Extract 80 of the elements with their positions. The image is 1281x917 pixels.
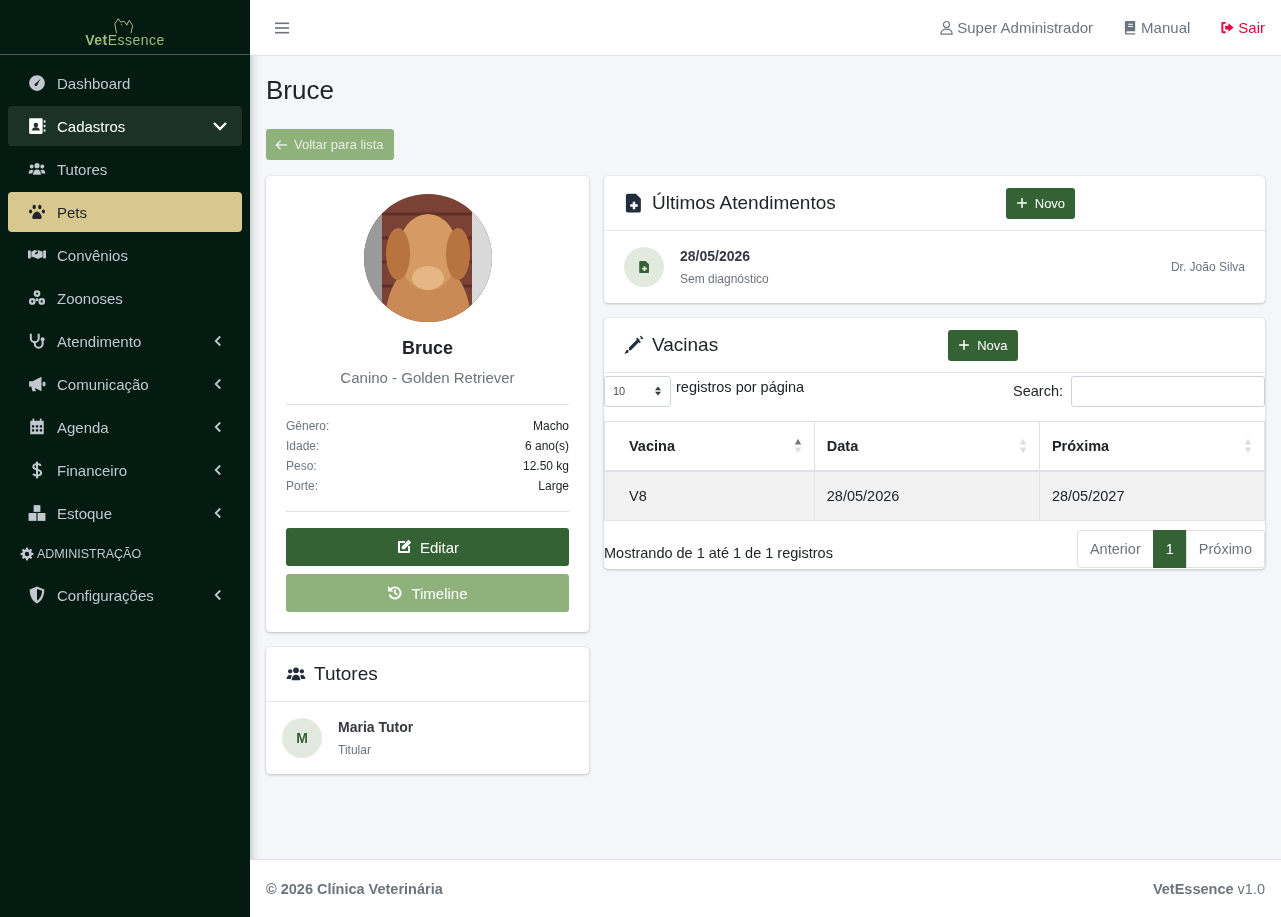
section-heading: ADMINISTRAÇÃO: [37, 547, 142, 561]
table-info: Mostrando de 1 até 1 de 1 registros: [604, 545, 833, 561]
appointment-diagnosis: Sem diagnóstico: [680, 272, 769, 286]
medical-file-icon: [624, 193, 644, 213]
search-field[interactable]: [1071, 375, 1265, 407]
edit-button[interactable]: Editar: [286, 528, 569, 566]
sidebar-item[interactable]: Atendimento: [8, 321, 242, 361]
version-text: VetEssence v1.0: [1152, 880, 1265, 897]
new-button[interactable]: Novo: [1005, 187, 1076, 219]
detail-value: Large: [538, 479, 569, 493]
detail-value: Macho: [532, 419, 569, 433]
page-button[interactable]: 1: [1152, 530, 1187, 568]
boxes-icon: [28, 504, 46, 522]
user-link[interactable]: Super Administrador: [939, 19, 1094, 36]
page-title: Bruce: [266, 75, 335, 105]
sort-icon: [793, 437, 802, 455]
detail-label: Idade:: [286, 439, 320, 453]
table-cell: 28/05/2026: [814, 471, 1040, 521]
sidebar-item[interactable]: Comunicação: [8, 364, 242, 404]
chevron-left-icon: [212, 589, 224, 601]
tutor-name: Maria Tutor: [338, 719, 414, 735]
syringe-icon: [624, 335, 644, 355]
card-title: Tutores: [314, 663, 378, 685]
chevron-left-icon: [212, 464, 224, 476]
people-icon: [28, 160, 46, 178]
copyright-text: © 2026 Clínica Veterinária: [266, 880, 443, 897]
sign-out-icon: [1220, 20, 1236, 35]
sidebar-item[interactable]: Pets: [8, 192, 242, 232]
sort-arrows-icon: [654, 385, 662, 397]
megaphone-icon: [28, 375, 46, 393]
sidebar-item[interactable]: Configurações: [8, 575, 242, 615]
user-icon: [939, 20, 955, 35]
pet-name: Bruce: [401, 338, 454, 359]
sidebar-item[interactable]: Agenda: [8, 407, 242, 447]
pet-breed: Canino - Golden Retriever: [339, 369, 516, 386]
detail-label: Gênero:: [286, 419, 330, 433]
detail-value: 12.50 kg: [522, 459, 569, 473]
stethoscope-icon: [28, 332, 46, 350]
sort-icon: [1018, 437, 1027, 455]
detail-value: 6 ano(s): [524, 439, 569, 453]
sidebar-item[interactable]: Financeiro: [8, 450, 242, 490]
page-length-select[interactable]: 10: [604, 375, 671, 407]
avatar-initial: M: [282, 718, 322, 758]
sidebar-item[interactable]: Convênios: [8, 235, 242, 275]
calendar-icon: [28, 418, 46, 436]
medical-file-icon: [637, 260, 651, 274]
sidebar-item[interactable]: Dashboard: [8, 63, 242, 103]
chevron-left-icon: [212, 507, 224, 519]
sort-icon: [1244, 437, 1252, 455]
table-cell: 28/05/2027: [1039, 471, 1265, 521]
detail-label: Porte:: [286, 479, 318, 493]
table-cell: V8: [604, 471, 815, 521]
tutor-role: Titular: [338, 743, 372, 757]
sidebar-item[interactable]: Estoque: [8, 493, 242, 533]
logout-link[interactable]: Sair: [1220, 19, 1265, 36]
edit-icon: [395, 539, 412, 555]
plus-icon: [1015, 197, 1028, 209]
appointment-date: 28/05/2026: [680, 248, 752, 264]
length-label: registros por página: [676, 379, 805, 395]
manual-link[interactable]: Manual: [1123, 19, 1191, 36]
sidebar-item[interactable]: Tutores: [8, 149, 242, 189]
contact-card-icon: [28, 117, 46, 135]
card-title: Vacinas: [652, 334, 719, 356]
history-icon: [387, 585, 404, 601]
gear-icon: [20, 547, 34, 561]
search-label: Search:: [1013, 383, 1063, 399]
detail-label: Peso:: [286, 459, 317, 473]
plus-icon: [958, 339, 971, 351]
chevron-left-icon: [212, 335, 224, 347]
gauge-icon: [28, 74, 46, 92]
chevron-left-icon: [212, 378, 224, 390]
new-button[interactable]: Nova: [948, 329, 1018, 361]
shield-icon: [28, 586, 46, 604]
sidebar-item[interactable]: Zoonoses: [8, 278, 242, 318]
sidebar-item[interactable]: Cadastros: [8, 106, 242, 146]
vet-name: Dr. João Silva: [1170, 260, 1245, 274]
chevron-left-icon: [212, 421, 224, 433]
logo: VetEssence: [85, 32, 165, 48]
card-title: Últimos Atendimentos: [652, 192, 836, 214]
paw-icon: [28, 203, 46, 221]
